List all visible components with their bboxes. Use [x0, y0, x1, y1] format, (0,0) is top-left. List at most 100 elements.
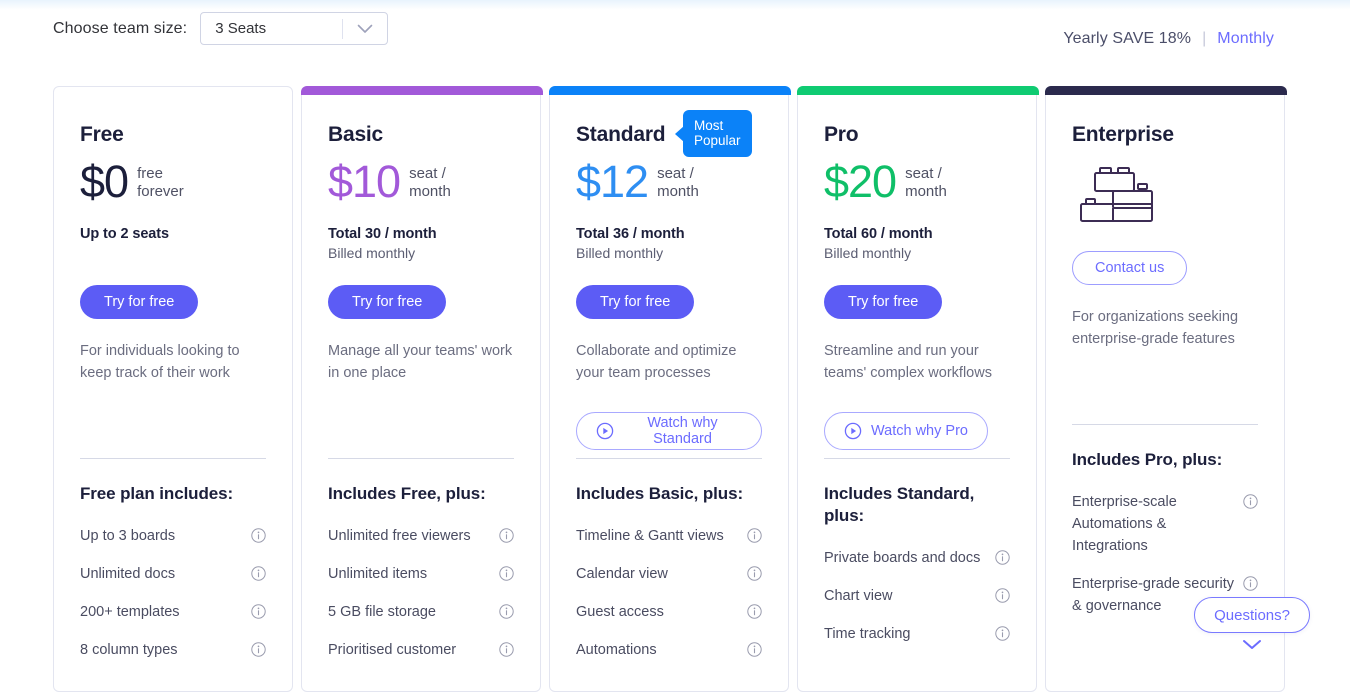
features-title: Includes Free, plus:	[328, 484, 486, 503]
contact-us-button[interactable]: Contact us	[1072, 251, 1188, 285]
list-item[interactable]: Chart view	[824, 577, 1010, 615]
info-icon[interactable]	[995, 588, 1010, 603]
total-line: Total 36 / month	[576, 226, 685, 242]
billing-yearly-option[interactable]: Yearly SAVE 18%	[1063, 30, 1191, 48]
price-amount: $20	[824, 156, 897, 207]
try-for-free-button[interactable]: Try for free	[824, 285, 943, 319]
features-title: Includes Basic, plus:	[576, 484, 744, 503]
watch-video-slot	[328, 412, 514, 450]
watch-video-slot	[1072, 378, 1258, 416]
total-block: Total 36 / month Billed monthly	[576, 225, 762, 267]
watch-video-label: Watch why Standard	[647, 415, 718, 447]
feature-label: Up to 3 boards	[80, 528, 176, 544]
list-item[interactable]: 200+ templates	[80, 593, 266, 631]
team-size-select[interactable]: 3 Seats	[200, 12, 389, 45]
list-item[interactable]: Unlimited docs	[80, 555, 266, 593]
try-for-free-button[interactable]: Try for free	[576, 285, 695, 319]
questions-button[interactable]: Questions?	[1194, 597, 1310, 633]
team-size-label: Choose team size:	[53, 19, 188, 37]
price-unit-line1: seat /	[905, 165, 942, 182]
list-item[interactable]: Time tracking	[824, 615, 1010, 653]
pricing-card-basic: Basic $10 seat / month Total 30 / month …	[301, 86, 543, 692]
plan-name: Standard	[576, 123, 666, 146]
price-unit-line2: forever	[137, 183, 184, 200]
try-for-free-button[interactable]: Try for free	[328, 285, 447, 319]
price-unit-line1: free	[137, 165, 163, 182]
pricing-card-standard: Standard Most Popular $12 seat / month T…	[549, 86, 791, 692]
price-row: $10 seat / month	[328, 157, 514, 207]
billing-period-toggle: Yearly SAVE 18% | Monthly	[1063, 30, 1274, 48]
info-icon[interactable]	[995, 550, 1010, 565]
feature-label: Calendar view	[576, 566, 668, 582]
plan-description: Streamline and run your teams' complex w…	[824, 343, 992, 381]
list-item[interactable]: Prioritised customer	[328, 631, 514, 669]
card-accent-bar	[1045, 86, 1287, 95]
feature-label: Prioritised customer	[328, 642, 457, 658]
card-accent-bar	[549, 86, 791, 95]
card-divider	[1072, 424, 1258, 425]
plan-header: Free	[80, 123, 266, 149]
feature-label: Unlimited docs	[80, 566, 176, 582]
info-icon[interactable]	[251, 566, 266, 581]
list-item[interactable]: Automations	[576, 631, 762, 669]
feature-label: Unlimited items	[328, 566, 428, 582]
price-unit: seat / month	[905, 163, 947, 201]
feature-label: Timeline & Gantt views	[576, 528, 724, 544]
plan-header: Enterprise	[1072, 123, 1258, 149]
price-amount: $0	[80, 156, 129, 207]
plan-header: Standard Most Popular	[576, 110, 762, 157]
plan-name: Basic	[328, 123, 384, 146]
cta-wrap: Try for free	[824, 285, 1010, 319]
list-item[interactable]: 8 column types	[80, 631, 266, 669]
list-item[interactable]: Up to 3 boards	[80, 517, 266, 555]
info-icon[interactable]	[499, 642, 514, 657]
info-icon[interactable]	[251, 528, 266, 543]
info-icon[interactable]	[747, 566, 762, 581]
info-icon[interactable]	[499, 604, 514, 619]
cta-wrap: Try for free	[576, 285, 762, 319]
play-circle-icon	[596, 422, 614, 440]
price-row: $20 seat / month	[824, 157, 1010, 207]
total-line: Up to 2 seats	[80, 226, 169, 242]
info-icon[interactable]	[1243, 576, 1258, 591]
price-unit-line1: seat /	[409, 165, 446, 182]
cta-wrap: Try for free	[80, 285, 266, 319]
info-icon[interactable]	[251, 604, 266, 619]
list-item[interactable]: Timeline & Gantt views	[576, 517, 762, 555]
team-size-control: Choose team size: 3 Seats	[53, 12, 389, 45]
card-divider	[80, 458, 266, 459]
questions-widget: Questions?	[1194, 597, 1310, 651]
info-icon[interactable]	[499, 528, 514, 543]
card-accent-bar	[797, 86, 1039, 95]
info-icon[interactable]	[995, 626, 1010, 641]
plan-name: Free	[80, 123, 124, 146]
price-row: $12 seat / month	[576, 157, 762, 207]
info-icon[interactable]	[747, 642, 762, 657]
price-unit-line2: month	[657, 183, 699, 200]
price-unit-line2: month	[905, 183, 947, 200]
list-item[interactable]: 5 GB file storage	[328, 593, 514, 631]
watch-video-slot: Watch why Standard	[576, 412, 762, 450]
info-icon[interactable]	[747, 528, 762, 543]
info-icon[interactable]	[499, 566, 514, 581]
list-item[interactable]: Private boards and docs	[824, 539, 1010, 577]
billing-monthly-option[interactable]: Monthly	[1217, 30, 1274, 48]
try-for-free-button[interactable]: Try for free	[80, 285, 199, 319]
list-item[interactable]: Calendar view	[576, 555, 762, 593]
feature-list: Unlimited free viewers Unlimited items 5…	[328, 517, 514, 669]
info-icon[interactable]	[1243, 494, 1258, 509]
info-icon[interactable]	[747, 604, 762, 619]
list-item[interactable]: Enterprise-scale Automations & Integrati…	[1072, 483, 1258, 565]
info-icon[interactable]	[251, 642, 266, 657]
price-amount: $12	[576, 156, 649, 207]
features-title: Includes Pro, plus:	[1072, 450, 1223, 469]
feature-label: 200+ templates	[80, 604, 180, 620]
watch-video-button[interactable]: Watch why Standard	[576, 412, 762, 450]
list-item[interactable]: Guest access	[576, 593, 762, 631]
list-item[interactable]: Unlimited items	[328, 555, 514, 593]
chevron-down-icon[interactable]	[1194, 637, 1310, 651]
watch-video-button[interactable]: Watch why Pro	[824, 412, 988, 450]
list-item[interactable]: Unlimited free viewers	[328, 517, 514, 555]
building-blocks-icon	[1072, 157, 1258, 233]
price-amount: $10	[328, 156, 401, 207]
